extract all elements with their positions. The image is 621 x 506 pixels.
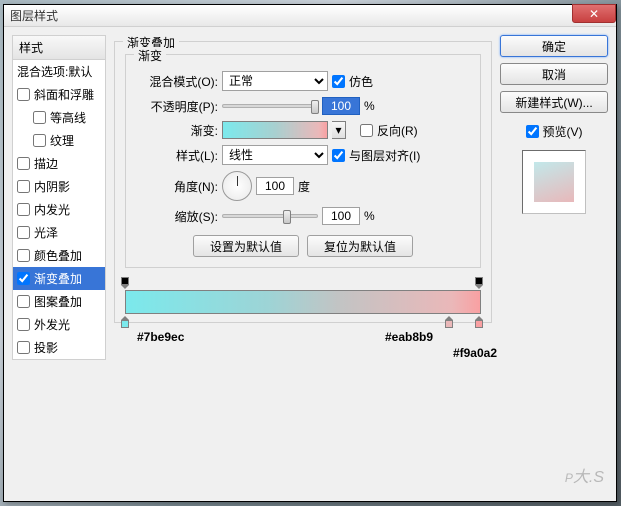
style-checkbox[interactable] xyxy=(17,203,30,216)
opacity-stop-right[interactable] xyxy=(475,277,485,289)
angle-unit: 度 xyxy=(298,178,310,195)
color-stop-1[interactable] xyxy=(121,316,131,328)
angle-input[interactable] xyxy=(256,177,294,195)
style-item-label: 内阴影 xyxy=(34,178,70,195)
options-panel: 渐变叠加 渐变 混合模式(O): 正常 仿色 不透明度(P): % xyxy=(114,35,492,493)
close-icon: ✕ xyxy=(589,7,599,21)
close-button[interactable]: ✕ xyxy=(572,4,616,23)
opacity-slider[interactable] xyxy=(222,104,318,108)
opacity-unit: % xyxy=(364,99,375,113)
style-item[interactable]: 外发光 xyxy=(13,313,105,336)
style-checkbox[interactable] xyxy=(17,157,30,170)
style-item[interactable]: 内发光 xyxy=(13,198,105,221)
titlebar: 图层样式 ✕ xyxy=(4,5,616,27)
style-checkbox[interactable] xyxy=(17,249,30,262)
gradient-editor[interactable]: #7be9ec #eab8b9 #f9a0a2 xyxy=(125,290,481,314)
style-item[interactable]: 颜色叠加 xyxy=(13,244,105,267)
style-checkbox[interactable] xyxy=(17,88,30,101)
hex-label-2: #eab8b9 xyxy=(385,330,433,344)
style-checkbox[interactable] xyxy=(33,111,46,124)
style-checkbox[interactable] xyxy=(17,341,30,354)
style-item-label: 描边 xyxy=(34,155,58,172)
style-checkbox[interactable] xyxy=(17,180,30,193)
style-select[interactable]: 线性 xyxy=(222,145,328,165)
align-label: 与图层对齐(I) xyxy=(349,147,420,164)
gradient-bar[interactable] xyxy=(125,290,481,314)
reset-default-button[interactable]: 复位为默认值 xyxy=(307,235,413,257)
angle-label: 角度(N): xyxy=(136,178,218,195)
scale-input[interactable] xyxy=(322,207,360,225)
style-checkbox[interactable] xyxy=(17,318,30,331)
style-item-label: 等高线 xyxy=(50,109,86,126)
preview-swatch xyxy=(534,162,574,202)
angle-dial[interactable] xyxy=(222,171,252,201)
cancel-button[interactable]: 取消 xyxy=(500,63,608,85)
style-item[interactable]: 纹理 xyxy=(13,129,105,152)
color-stop-3[interactable] xyxy=(475,316,485,328)
style-item[interactable]: 光泽 xyxy=(13,221,105,244)
gradient-dropdown[interactable]: ▾ xyxy=(332,121,346,139)
window-title: 图层样式 xyxy=(10,7,58,24)
gradient-group-title: 渐变 xyxy=(134,47,166,64)
gradient-label: 渐变: xyxy=(136,122,218,139)
style-checkbox[interactable] xyxy=(17,295,30,308)
style-checkbox[interactable] xyxy=(17,226,30,239)
style-item-label: 内发光 xyxy=(34,201,70,218)
style-item-label: 纹理 xyxy=(50,132,74,149)
style-list: 混合选项:默认斜面和浮雕等高线纹理描边内阴影内发光光泽颜色叠加渐变叠加图案叠加外… xyxy=(13,60,105,359)
opacity-stop-left[interactable] xyxy=(121,277,131,289)
opacity-input[interactable] xyxy=(322,97,360,115)
reverse-label: 反向(R) xyxy=(377,122,418,139)
styles-sidebar: 样式 混合选项:默认斜面和浮雕等高线纹理描边内阴影内发光光泽颜色叠加渐变叠加图案… xyxy=(12,35,106,493)
style-item[interactable]: 斜面和浮雕 xyxy=(13,83,105,106)
style-item-label: 外发光 xyxy=(34,316,70,333)
style-item-label: 光泽 xyxy=(34,224,58,241)
style-item-label: 斜面和浮雕 xyxy=(34,86,94,103)
dither-label: 仿色 xyxy=(349,73,373,90)
new-style-button[interactable]: 新建样式(W)... xyxy=(500,91,608,113)
layer-style-dialog: 图层样式 ✕ 样式 混合选项:默认斜面和浮雕等高线纹理描边内阴影内发光光泽颜色叠… xyxy=(3,4,617,502)
style-item-label: 颜色叠加 xyxy=(34,247,82,264)
scale-label: 缩放(S): xyxy=(136,208,218,225)
align-checkbox[interactable] xyxy=(332,149,345,162)
style-item-label: 图案叠加 xyxy=(34,293,82,310)
style-item[interactable]: 描边 xyxy=(13,152,105,175)
style-item-label: 渐变叠加 xyxy=(34,270,82,287)
style-item[interactable]: 内阴影 xyxy=(13,175,105,198)
blend-mode-label: 混合模式(O): xyxy=(136,73,218,90)
hex-label-1: #7be9ec xyxy=(137,330,184,344)
scale-unit: % xyxy=(364,209,375,223)
action-column: 确定 取消 新建样式(W)... 预览(V) xyxy=(500,35,608,493)
blend-mode-select[interactable]: 正常 xyxy=(222,71,328,91)
style-item[interactable]: 图案叠加 xyxy=(13,290,105,313)
style-item-label: 混合选项:默认 xyxy=(17,63,92,80)
style-item-label: 投影 xyxy=(34,339,58,356)
reverse-checkbox[interactable] xyxy=(360,124,373,137)
style-label: 样式(L): xyxy=(136,147,218,164)
style-checkbox[interactable] xyxy=(33,134,46,147)
style-checkbox[interactable] xyxy=(17,272,30,285)
color-stop-2[interactable] xyxy=(445,316,455,328)
style-item[interactable]: 等高线 xyxy=(13,106,105,129)
scale-slider[interactable] xyxy=(222,214,318,218)
ok-button[interactable]: 确定 xyxy=(500,35,608,57)
preview-label: 预览(V) xyxy=(543,123,583,140)
gradient-swatch[interactable] xyxy=(222,121,328,139)
preview-checkbox[interactable] xyxy=(526,125,539,138)
preview-box xyxy=(522,150,586,214)
style-item[interactable]: 混合选项:默认 xyxy=(13,60,105,83)
hex-label-3: #f9a0a2 xyxy=(453,346,497,360)
style-item[interactable]: 渐变叠加 xyxy=(13,267,105,290)
opacity-label: 不透明度(P): xyxy=(136,98,218,115)
make-default-button[interactable]: 设置为默认值 xyxy=(193,235,299,257)
dither-checkbox[interactable] xyxy=(332,75,345,88)
style-item[interactable]: 投影 xyxy=(13,336,105,359)
styles-header: 样式 xyxy=(13,36,105,60)
